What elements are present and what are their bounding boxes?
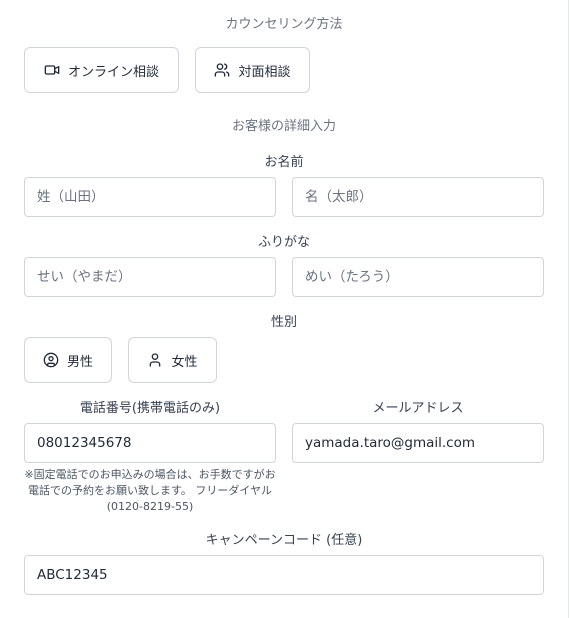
female-label: 女性 — [171, 354, 198, 370]
male-button[interactable]: 男性 — [24, 337, 112, 383]
user-icon — [147, 352, 163, 368]
users-icon — [214, 62, 230, 78]
landline-note: ※固定電話でのお申込みの場合は、お手数ですがお電話での予約をお願い致します。 フ… — [24, 468, 276, 513]
user-circle-icon — [43, 352, 59, 368]
in-person-consultation-button[interactable]: 対面相談 — [195, 47, 310, 93]
first-name-input[interactable] — [292, 177, 544, 217]
campaign-code-label: キャンペーンコード (任意) — [205, 533, 363, 548]
online-consultation-button[interactable]: オンライン相談 — [24, 47, 179, 93]
name-label: お名前 — [264, 155, 304, 170]
customer-details-label: お客様の詳細入力 — [231, 119, 336, 134]
video-camera-icon — [44, 62, 60, 78]
female-button[interactable]: 女性 — [128, 337, 217, 383]
furigana-label: ふりがな — [257, 235, 310, 250]
gender-label: 性別 — [270, 315, 297, 330]
right-divider — [568, 0, 569, 618]
male-label: 男性 — [66, 354, 93, 370]
email-input[interactable] — [292, 423, 544, 463]
phone-label: 電話番号(携帯電話のみ) — [79, 401, 221, 416]
in-person-consultation-label: 対面相談 — [238, 64, 291, 80]
last-name-kana-input[interactable] — [24, 257, 276, 297]
first-name-kana-input[interactable] — [292, 257, 544, 297]
online-consultation-label: オンライン相談 — [67, 64, 159, 80]
counseling-method-label: カウンセリング方法 — [225, 17, 343, 32]
email-label: メールアドレス — [372, 401, 464, 416]
phone-input[interactable] — [24, 423, 276, 463]
campaign-code-input[interactable] — [24, 555, 544, 595]
last-name-input[interactable] — [24, 177, 276, 217]
